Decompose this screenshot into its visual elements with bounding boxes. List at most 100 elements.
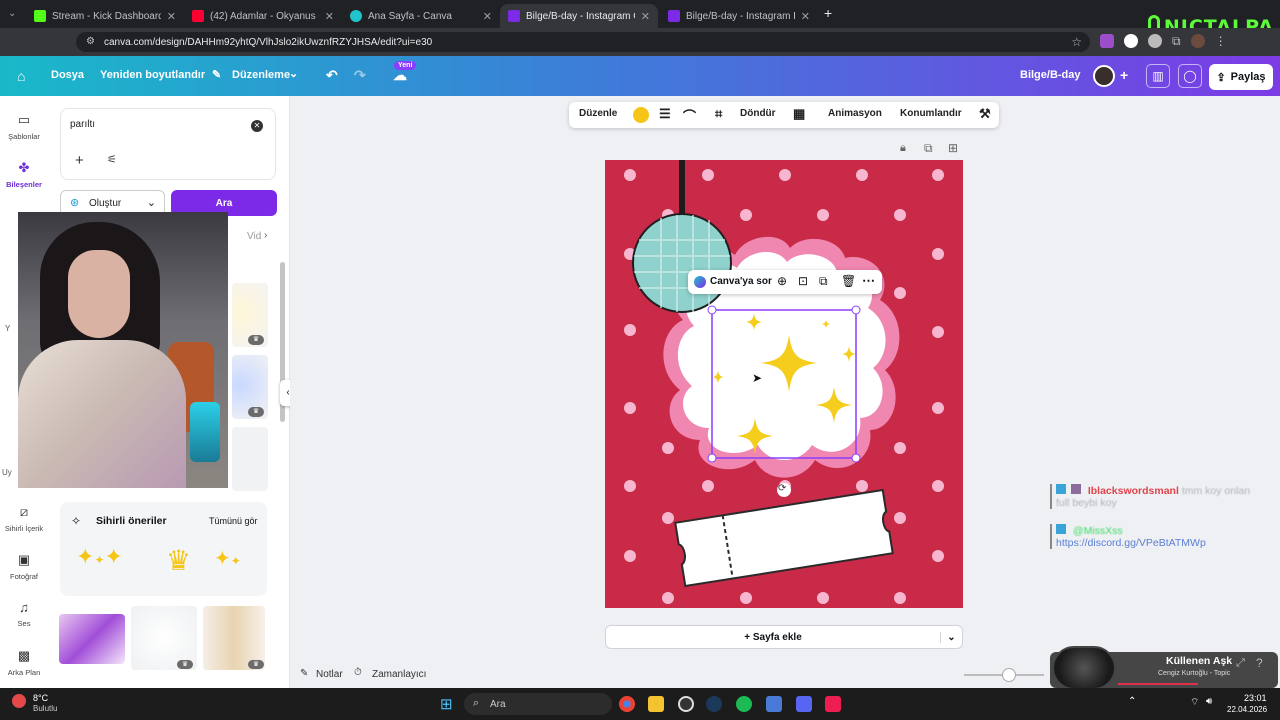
copy-style-icon[interactable]: ⚒ bbox=[979, 106, 991, 122]
chevron-down-icon[interactable]: ⌄ bbox=[289, 67, 298, 80]
site-info-icon[interactable]: ⚙ bbox=[86, 36, 95, 47]
design-page[interactable] bbox=[605, 160, 963, 608]
notes-icon[interactable]: ✎ bbox=[300, 668, 308, 679]
search-input[interactable] bbox=[70, 119, 240, 130]
menu-dots-icon[interactable]: ⋮ bbox=[1215, 34, 1227, 50]
address-bar[interactable]: ⚙ canva.com/design/DAHHm92yhtQ/VlhJslo2i… bbox=[76, 32, 1090, 52]
steam-icon[interactable] bbox=[706, 696, 722, 712]
chevron-down-icon[interactable]: ⌄ bbox=[147, 196, 156, 209]
chevron-down-icon[interactable]: ⌄ bbox=[940, 631, 962, 643]
see-all-link[interactable]: Tümünü gör bbox=[209, 516, 258, 526]
taskbar-search[interactable]: ⌕ Ara bbox=[464, 693, 612, 715]
rail-item-elements[interactable]: ✤ Bileşenler bbox=[0, 160, 48, 189]
spotify-icon[interactable] bbox=[736, 696, 752, 712]
duplicate-icon[interactable]: ⧉ bbox=[819, 274, 828, 289]
tiktok-icon[interactable] bbox=[825, 696, 841, 712]
crop-icon[interactable]: ⌗ bbox=[715, 106, 722, 122]
rotate-handle-icon[interactable]: ⟳ bbox=[778, 483, 786, 494]
rail-item-magic-media[interactable]: ⧄ Sihirli İçerik bbox=[0, 504, 48, 533]
ask-canva-button[interactable]: Canva'ya sor bbox=[710, 276, 772, 287]
home-icon[interactable]: ⌂ bbox=[17, 68, 25, 84]
bookmark-star-icon[interactable]: ☆ bbox=[1071, 35, 1082, 49]
border-style-icon[interactable]: ☰ bbox=[659, 106, 671, 122]
rail-item-templates[interactable]: ▭ Şablonlar bbox=[0, 112, 48, 141]
rotate-button[interactable]: Döndür bbox=[740, 108, 776, 119]
redo-icon[interactable]: ↷ bbox=[354, 67, 366, 84]
close-icon[interactable]: ✕ bbox=[801, 10, 810, 23]
help-icon[interactable]: ? bbox=[1256, 656, 1263, 670]
timer-button[interactable]: Zamanlayıcı bbox=[372, 669, 426, 680]
album-art bbox=[1052, 646, 1116, 690]
comments-button[interactable]: ◯ bbox=[1178, 64, 1202, 88]
trash-icon[interactable]: 🗑︎ bbox=[841, 274, 856, 288]
share-button[interactable]: ⇪ Paylaş bbox=[1209, 64, 1273, 90]
browser-tab-kick[interactable]: Stream - Kick Dashboard ✕ bbox=[26, 4, 184, 28]
share-upload-icon: ⇪ bbox=[1216, 71, 1226, 84]
rail-item-photos[interactable]: ▣ Fotoğraf bbox=[0, 552, 48, 581]
close-icon[interactable]: ✕ bbox=[325, 10, 334, 23]
file-explorer-icon[interactable] bbox=[648, 696, 664, 712]
tab-videos[interactable]: Vid bbox=[247, 231, 261, 242]
duplicate-page-icon[interactable]: ⧉ bbox=[924, 141, 933, 156]
notes-button[interactable]: Notlar bbox=[316, 669, 343, 680]
edit-mode-menu[interactable]: Düzenleme bbox=[232, 69, 290, 81]
close-icon[interactable]: ✕ bbox=[167, 10, 176, 23]
close-icon[interactable]: ✕ bbox=[483, 10, 492, 23]
app-icon[interactable] bbox=[766, 696, 782, 712]
more-options-icon[interactable]: ⋯ bbox=[862, 273, 875, 289]
browser-tab-canva-home[interactable]: Ana Sayfa - Canva ✕ bbox=[342, 4, 500, 28]
add-page-button[interactable]: + Sayfa ekle ⌄ bbox=[605, 625, 963, 649]
animation-button[interactable]: Animasyon bbox=[828, 108, 882, 119]
chevron-right-icon[interactable]: › bbox=[264, 230, 267, 241]
transparency-icon[interactable]: ▦ bbox=[793, 106, 805, 122]
rail-partial-label: Uy bbox=[2, 468, 12, 477]
file-menu[interactable]: Dosya bbox=[51, 69, 84, 81]
volume-icon[interactable]: 🔊︎ bbox=[1206, 696, 1212, 707]
extension-icon[interactable] bbox=[1124, 34, 1138, 48]
discord-icon[interactable] bbox=[796, 696, 812, 712]
lock-page-icon[interactable]: 🔒︎ bbox=[900, 142, 906, 155]
browser-tab-instagram-post[interactable]: Bilge/B-day - Instagram Gönderisi ✕ bbox=[500, 4, 658, 28]
tab-title: Bilge/B-day - Instagram Hikayesi bbox=[686, 10, 795, 22]
tab-search-icon[interactable]: ⌄ bbox=[8, 8, 16, 19]
windows-start-icon[interactable]: ⊞ bbox=[440, 695, 453, 713]
chrome-icon[interactable] bbox=[619, 696, 635, 712]
zoom-slider-thumb[interactable] bbox=[1002, 668, 1016, 682]
sparkles-suggestion[interactable]: ✦✦ bbox=[214, 546, 241, 571]
design-name[interactable]: Bilge/B-day bbox=[1020, 69, 1081, 81]
lock-icon[interactable]: ⊡ bbox=[798, 274, 808, 288]
result-thumbnail[interactable] bbox=[232, 427, 268, 491]
undo-icon[interactable]: ↶ bbox=[326, 67, 338, 84]
result-thumbnail[interactable] bbox=[59, 614, 125, 664]
extension-icon[interactable] bbox=[1100, 34, 1114, 48]
crown-suggestion[interactable]: ♛ bbox=[166, 544, 191, 577]
new-tab-button[interactable]: + bbox=[824, 5, 832, 21]
extension-icon[interactable] bbox=[1148, 34, 1162, 48]
clear-search-icon[interactable]: ✕ bbox=[251, 120, 263, 132]
insights-button[interactable]: ▥ bbox=[1146, 64, 1170, 88]
add-collaborator-icon[interactable]: + bbox=[1120, 67, 1128, 83]
resize-menu[interactable]: Yeniden boyutlandır bbox=[100, 69, 205, 81]
wifi-icon[interactable]: ⌔ bbox=[1190, 696, 1199, 709]
profile-avatar[interactable] bbox=[1190, 34, 1205, 48]
add-icon[interactable]: + bbox=[75, 152, 84, 169]
user-avatar[interactable] bbox=[1093, 65, 1115, 87]
close-icon[interactable]: ✕ bbox=[641, 10, 650, 23]
browser-tab-youtube[interactable]: (42) Adamlar - Okyanus - YouTube ✕ bbox=[184, 4, 342, 28]
position-button[interactable]: Konumlandır bbox=[900, 108, 962, 119]
tray-chevron-icon[interactable]: ⌃ bbox=[1128, 696, 1136, 707]
timer-icon[interactable]: ⏱ bbox=[354, 667, 362, 678]
browser-tab-instagram-story[interactable]: Bilge/B-day - Instagram Hikayesi ✕ bbox=[660, 4, 818, 28]
rail-item-background[interactable]: ▩ Arka Plan bbox=[0, 648, 48, 677]
edit-button[interactable]: Düzenle bbox=[579, 108, 617, 119]
extensions-puzzle-icon[interactable]: ⧉ bbox=[1172, 34, 1181, 50]
app-icon[interactable] bbox=[678, 696, 694, 712]
add-page-icon[interactable]: ⊞ bbox=[948, 141, 958, 155]
comment-add-icon[interactable]: ⊕ bbox=[777, 274, 787, 288]
filter-icon[interactable]: ⚟ bbox=[107, 153, 117, 166]
corner-rounding-icon[interactable]: ⌒ bbox=[683, 106, 696, 125]
color-swatch[interactable] bbox=[633, 107, 649, 123]
sparkles-suggestion[interactable]: ✦✦✦ bbox=[76, 544, 123, 570]
expand-icon[interactable]: ⤢ bbox=[1236, 657, 1245, 670]
rail-item-audio[interactable]: ♫ Ses bbox=[0, 600, 48, 628]
